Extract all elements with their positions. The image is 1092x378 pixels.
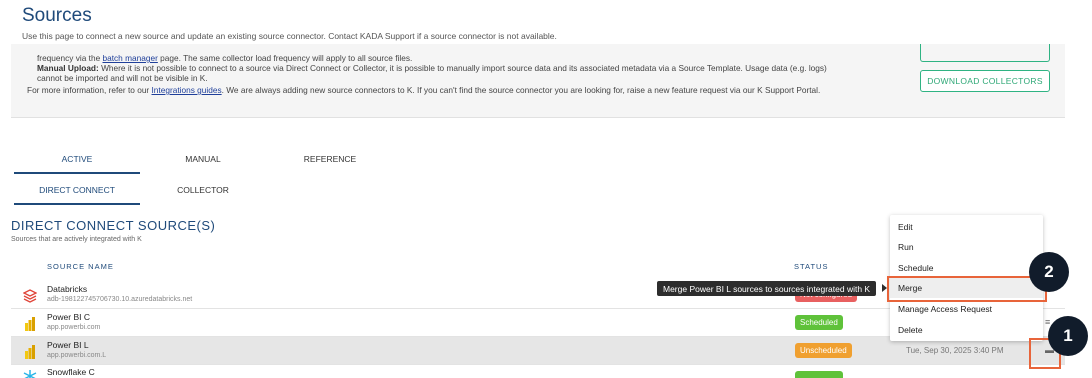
info-line-3: cannot be imported and will not be visib… <box>37 73 208 83</box>
menu-item-schedule[interactable]: Schedule <box>890 258 1043 278</box>
info-line-4-pre: For more information, refer to our <box>27 85 152 95</box>
info-panel: frequency via the batch manager page. Th… <box>11 44 1065 118</box>
info-line-1-post: page. The same collector load frequency … <box>157 53 413 63</box>
merge-tooltip: Merge Power BI L sources to sources inte… <box>657 281 877 296</box>
powerbi-icon <box>25 345 35 359</box>
step-badge-1: 1 <box>1048 316 1088 356</box>
tab-reference[interactable]: REFERENCE <box>266 154 394 174</box>
powerbi-icon <box>25 317 35 331</box>
step-badge-2: 2 <box>1029 252 1069 292</box>
table-row[interactable]: Power BI L app.powerbi.com.L Unscheduled… <box>11 337 1065 365</box>
collector-button-partial[interactable] <box>920 44 1050 62</box>
menu-item-manage-access[interactable]: Manage Access Request <box>890 299 1043 319</box>
section-title: DIRECT CONNECT SOURCE(S) <box>11 218 216 233</box>
last-run-date: Tue, Sep 30, 2025 3:40 PM <box>906 346 1004 355</box>
source-name[interactable]: Databricks <box>47 284 87 294</box>
info-line-4: For more information, refer to our Integ… <box>27 85 820 95</box>
source-host: app.powerbi.com.L <box>47 352 107 359</box>
info-line-1-pre: frequency via the <box>37 53 103 63</box>
column-header-status[interactable]: STATUS <box>794 262 828 271</box>
tab-manual[interactable]: MANUAL <box>140 154 266 174</box>
snowflake-icon <box>23 370 37 378</box>
status-badge <box>795 371 843 378</box>
subtab-collector[interactable]: COLLECTOR <box>140 185 266 205</box>
source-name[interactable]: Power BI C <box>47 312 90 322</box>
integrations-guides-link[interactable]: Integrations guides <box>152 85 222 95</box>
status-badge: Scheduled <box>795 315 843 330</box>
menu-item-run[interactable]: Run <box>890 237 1043 257</box>
source-host: app.powerbi.com <box>47 324 101 331</box>
info-line-1: frequency via the batch manager page. Th… <box>37 53 412 63</box>
status-badge: Unscheduled <box>795 343 852 358</box>
source-name[interactable]: Power BI L <box>47 340 89 350</box>
page-title: Sources <box>22 5 92 26</box>
tab-active[interactable]: ACTIVE <box>14 154 140 174</box>
manual-upload-label: Manual Upload: <box>37 63 99 73</box>
download-collectors-button[interactable]: DOWNLOAD COLLECTORS <box>920 70 1050 92</box>
info-line-2: Manual Upload: Where it is not possible … <box>37 63 827 73</box>
databricks-icon <box>23 289 37 303</box>
callout-box-merge <box>887 276 1047 302</box>
subtab-direct-connect[interactable]: DIRECT CONNECT <box>14 185 140 205</box>
source-name[interactable]: Snowflake C <box>47 367 95 377</box>
table-row[interactable]: Snowflake C <box>11 365 1065 378</box>
batch-manager-link[interactable]: batch manager <box>103 53 158 63</box>
menu-item-edit[interactable]: Edit <box>890 217 1043 237</box>
info-line-2-text: Where it is not possible to connect to a… <box>98 63 827 73</box>
info-line-4-post: . We are always adding new source connec… <box>221 85 821 95</box>
section-subtitle: Sources that are actively integrated wit… <box>11 236 142 243</box>
source-host: adb-198122745706730.10.azuredatabricks.n… <box>47 296 193 303</box>
column-header-source-name[interactable]: SOURCE NAME <box>47 262 114 271</box>
menu-item-delete[interactable]: Delete <box>890 320 1043 340</box>
page-subtitle: Use this page to connect a new source an… <box>22 31 557 41</box>
